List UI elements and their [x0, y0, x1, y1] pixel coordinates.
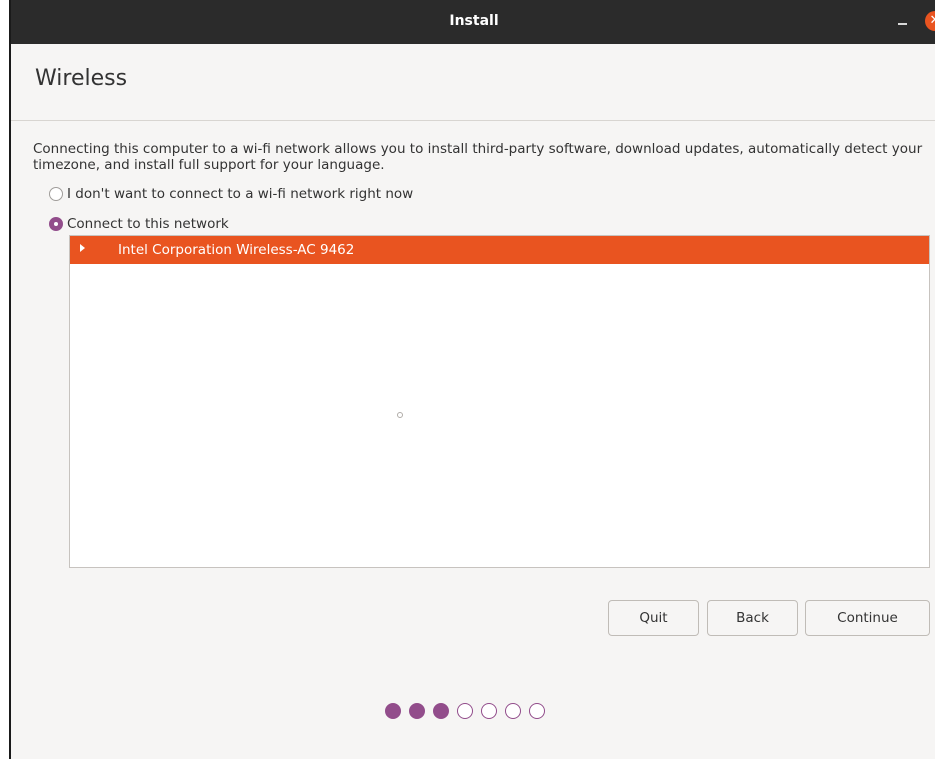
progress-dot-pending: [505, 703, 521, 719]
page-title: Wireless: [35, 66, 128, 91]
quit-button[interactable]: Quit: [608, 600, 699, 636]
connect-network-option-label: Connect to this network: [67, 216, 229, 232]
title-bar: Install ✕: [11, 0, 935, 44]
loading-spinner-icon: [397, 412, 403, 418]
progress-dot-pending: [481, 703, 497, 719]
network-list-item[interactable]: Intel Corporation Wireless-AC 9462: [70, 236, 929, 264]
radio-button-checked[interactable]: [49, 217, 63, 231]
installer-window: Install ✕ Wireless Connecting this compu…: [9, 0, 935, 759]
connect-network-option[interactable]: Connect to this network: [49, 216, 229, 232]
back-button[interactable]: Back: [707, 600, 798, 636]
progress-dot-completed: [409, 703, 425, 719]
radio-button-unchecked[interactable]: [49, 187, 63, 201]
progress-dot-pending: [529, 703, 545, 719]
progress-dot-pending: [457, 703, 473, 719]
no-wifi-option[interactable]: I don't want to connect to a wi-fi netwo…: [49, 186, 413, 202]
progress-dot-completed: [385, 703, 401, 719]
continue-button[interactable]: Continue: [805, 600, 930, 636]
network-adapter-label: Intel Corporation Wireless-AC 9462: [118, 242, 355, 258]
network-list[interactable]: Intel Corporation Wireless-AC 9462: [69, 235, 930, 568]
progress-dots: [385, 703, 545, 719]
expander-arrow-icon[interactable]: [80, 244, 85, 252]
minimize-icon[interactable]: [896, 7, 910, 37]
window-title: Install: [449, 13, 499, 29]
divider: [11, 120, 935, 121]
progress-dot-completed: [433, 703, 449, 719]
description-text: Connecting this computer to a wi-fi netw…: [33, 141, 923, 173]
no-wifi-option-label: I don't want to connect to a wi-fi netwo…: [67, 186, 414, 202]
